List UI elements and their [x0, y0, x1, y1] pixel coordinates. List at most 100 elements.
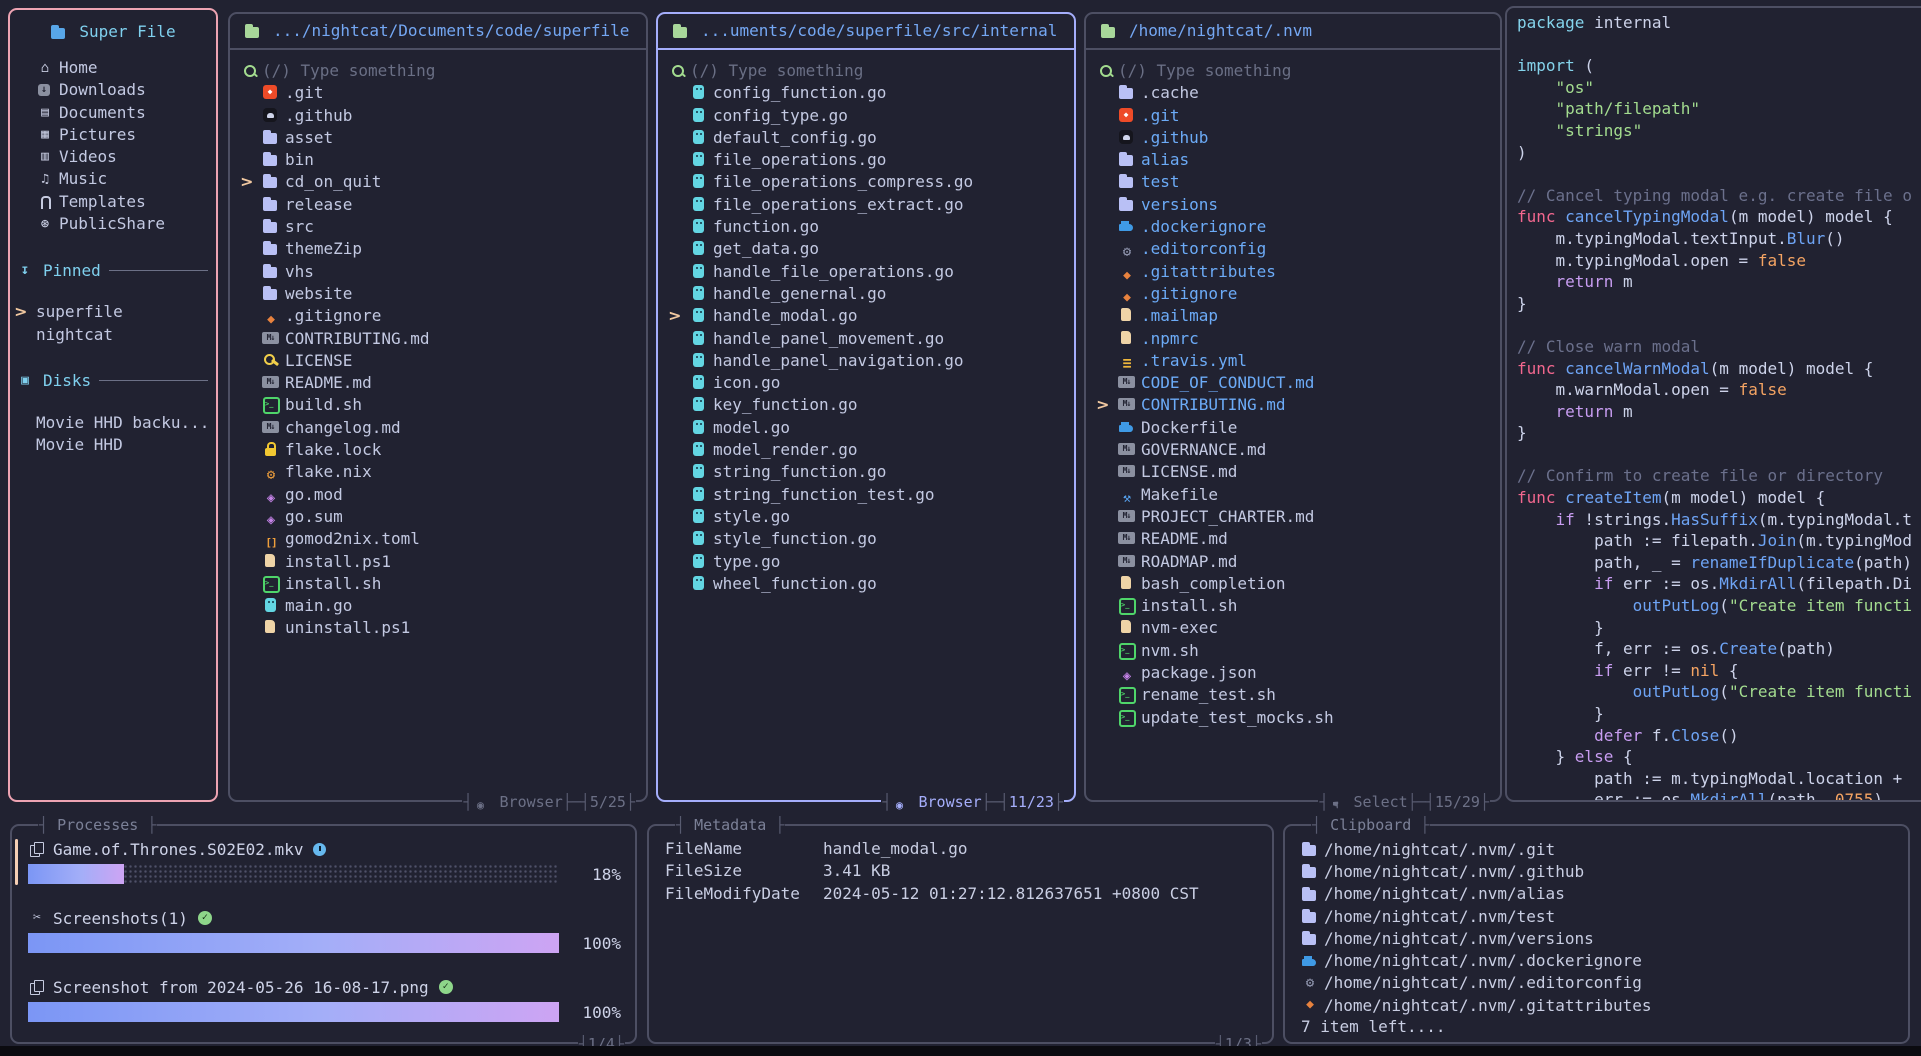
file-row[interactable]: file_operations.go [664, 149, 1070, 171]
file-row[interactable]: file_operations_extract.go [664, 194, 1070, 216]
file-row[interactable]: main.go [236, 595, 642, 617]
sidebar-item-publicshare[interactable]: PublicShare [10, 213, 216, 235]
disk-item[interactable]: Movie HHD [10, 434, 216, 456]
file-row[interactable]: model.go [664, 417, 1070, 439]
file-row[interactable]: vhs [236, 261, 642, 283]
file-row[interactable]: .cache [1092, 82, 1496, 104]
file-icon [1118, 575, 1136, 591]
file-row[interactable]: .git [236, 82, 642, 104]
file-row[interactable]: README.md [236, 372, 642, 394]
file-row[interactable]: key_function.go [664, 394, 1070, 416]
file-row[interactable]: .editorconfig [1092, 238, 1496, 260]
file-row[interactable]: >handle_modal.go [664, 305, 1070, 327]
sidebar-item-templates[interactable]: Templates [10, 191, 216, 213]
file-row[interactable]: README.md [1092, 528, 1496, 550]
search-input[interactable]: (/) Type something [1092, 60, 1496, 82]
file-row[interactable]: flake.lock [236, 439, 642, 461]
file-row[interactable]: website [236, 283, 642, 305]
file-row[interactable]: uninstall.ps1 [236, 617, 642, 639]
file-row[interactable]: install.sh [236, 573, 642, 595]
file-panel-3[interactable]: /home/nightcat/.nvm (/) Type something.c… [1084, 12, 1502, 802]
search-input[interactable]: (/) Type something [664, 60, 1070, 82]
file-row[interactable]: get_data.go [664, 238, 1070, 260]
file-row[interactable]: model_render.go [664, 439, 1070, 461]
file-row[interactable]: string_function_test.go [664, 484, 1070, 506]
pinned-item-nightcat[interactable]: nightcat [10, 324, 216, 346]
file-row[interactable]: flake.nix [236, 461, 642, 483]
file-row[interactable]: install.ps1 [236, 551, 642, 573]
file-row[interactable]: style_function.go [664, 528, 1070, 550]
file-row[interactable]: test [1092, 171, 1496, 193]
process-item[interactable]: Game.of.Thrones.S02E02.mkv18% [28, 838, 621, 884]
file-row[interactable]: icon.go [664, 372, 1070, 394]
file-row[interactable]: LICENSE.md [1092, 461, 1496, 483]
file-row[interactable]: .gitignore [1092, 283, 1496, 305]
file-row[interactable]: release [236, 194, 642, 216]
file-row[interactable]: file_operations_compress.go [664, 171, 1070, 193]
file-row[interactable]: Makefile [1092, 484, 1496, 506]
file-row[interactable]: style.go [664, 506, 1070, 528]
file-row[interactable]: .mailmap [1092, 305, 1496, 327]
pinned-item-superfile[interactable]: >superfile [10, 301, 216, 323]
disk-item[interactable]: Movie HHD backu... [10, 412, 216, 434]
sidebar-item-downloads[interactable]: Downloads [10, 79, 216, 101]
sidebar-item-videos[interactable]: Videos [10, 146, 216, 168]
file-row[interactable]: update_test_mocks.sh [1092, 707, 1496, 729]
file-row[interactable]: changelog.md [236, 417, 642, 439]
file-row[interactable]: bash_completion [1092, 573, 1496, 595]
file-row[interactable]: Dockerfile [1092, 417, 1496, 439]
file-row[interactable]: >CONTRIBUTING.md [1092, 394, 1496, 416]
file-row[interactable]: asset [236, 127, 642, 149]
file-row[interactable]: handle_file_operations.go [664, 261, 1070, 283]
file-row[interactable]: CODE_OF_CONDUCT.md [1092, 372, 1496, 394]
file-row[interactable]: nvm-exec [1092, 617, 1496, 639]
process-item[interactable]: Screenshot from 2024-05-26 16-08-17.png1… [28, 976, 621, 1022]
file-row[interactable]: .github [236, 105, 642, 127]
file-row[interactable]: default_config.go [664, 127, 1070, 149]
file-row[interactable]: LICENSE [236, 350, 642, 372]
file-row[interactable]: config_function.go [664, 82, 1070, 104]
search-input[interactable]: (/) Type something [236, 60, 642, 82]
file-row[interactable]: >cd_on_quit [236, 171, 642, 193]
file-row[interactable]: .gitattributes [1092, 261, 1496, 283]
file-row[interactable]: bin [236, 149, 642, 171]
file-row[interactable]: package.json [1092, 662, 1496, 684]
file-row[interactable]: handle_panel_movement.go [664, 328, 1070, 350]
file-row[interactable]: rename_test.sh [1092, 684, 1496, 706]
file-row[interactable]: gomod2nix.toml [236, 528, 642, 550]
file-row[interactable]: type.go [664, 551, 1070, 573]
file-row[interactable]: versions [1092, 194, 1496, 216]
sidebar-item-documents[interactable]: Documents [10, 102, 216, 124]
file-row[interactable]: string_function.go [664, 461, 1070, 483]
file-row[interactable]: handle_genernal.go [664, 283, 1070, 305]
sidebar-item-music[interactable]: Music [10, 168, 216, 190]
file-row[interactable]: wheel_function.go [664, 573, 1070, 595]
file-row[interactable]: CONTRIBUTING.md [236, 328, 642, 350]
file-row[interactable]: config_type.go [664, 105, 1070, 127]
file-row[interactable]: .npmrc [1092, 328, 1496, 350]
file-row[interactable]: nvm.sh [1092, 640, 1496, 662]
sidebar-item-pictures[interactable]: Pictures [10, 124, 216, 146]
process-item[interactable]: Screenshots(1)100% [28, 907, 621, 953]
file-row[interactable]: install.sh [1092, 595, 1496, 617]
file-row[interactable]: PROJECT_CHARTER.md [1092, 506, 1496, 528]
file-panel-1[interactable]: .../nightcat/Documents/code/superfile (/… [228, 12, 648, 802]
file-row[interactable]: .git [1092, 105, 1496, 127]
file-row[interactable]: go.mod [236, 484, 642, 506]
file-row[interactable]: .github [1092, 127, 1496, 149]
file-panel-2[interactable]: ...uments/code/superfile/src/internal (/… [656, 12, 1076, 802]
file-row[interactable]: .dockerignore [1092, 216, 1496, 238]
file-row[interactable]: themeZip [236, 238, 642, 260]
sidebar-item-home[interactable]: Home [10, 57, 216, 79]
file-row[interactable]: handle_panel_navigation.go [664, 350, 1070, 372]
file-name: Dockerfile [1141, 418, 1237, 437]
file-row[interactable]: build.sh [236, 394, 642, 416]
file-row[interactable]: .travis.yml [1092, 350, 1496, 372]
file-row[interactable]: GOVERNANCE.md [1092, 439, 1496, 461]
file-row[interactable]: src [236, 216, 642, 238]
file-row[interactable]: go.sum [236, 506, 642, 528]
file-row[interactable]: function.go [664, 216, 1070, 238]
file-row[interactable]: .gitignore [236, 305, 642, 327]
file-row[interactable]: alias [1092, 149, 1496, 171]
file-row[interactable]: ROADMAP.md [1092, 551, 1496, 573]
